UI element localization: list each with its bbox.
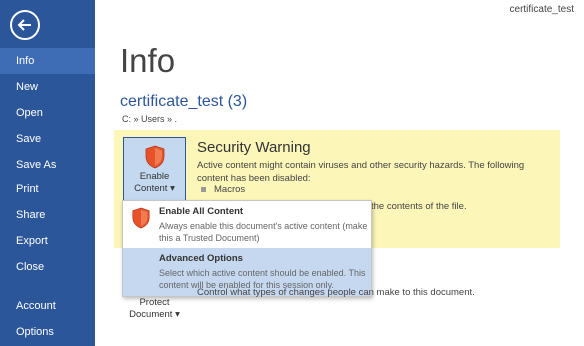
macros-label: Macros [214,184,246,195]
enable-all-content-desc: Always enable this document's active con… [159,221,368,243]
sidebar-item-share[interactable]: Share [0,202,95,228]
security-warning-text-2: the contents of the file. [371,201,467,212]
shield-icon [132,207,150,229]
sidebar-item-save[interactable]: Save [0,126,95,152]
bullet-icon [201,187,206,192]
enable-content-button[interactable]: Enable Content ▾ [123,137,186,202]
sidebar-item-export[interactable]: Export [0,228,95,254]
page-title: Info [120,42,176,79]
protect-document-label-1: Protect [139,297,170,308]
enable-content-label-1: Enable [139,171,170,182]
protect-document-label-2: Document ▾ [129,309,180,320]
protect-document-button[interactable]: Protect Document ▾ [123,292,186,327]
sidebar-item-print[interactable]: Print [0,176,95,202]
sidebar-item-info[interactable]: Info [0,48,95,74]
sidebar-item-save-as[interactable]: Save As [0,152,95,178]
security-warning-text: Active content might contain viruses and… [197,160,525,184]
security-warning-title: Security Warning [197,139,311,156]
sidebar-item-new[interactable]: New [0,74,95,100]
advanced-options-title: Advanced Options [159,253,243,264]
sidebar-item-account[interactable]: Account [0,293,95,319]
sidebar-item-close[interactable]: Close [0,254,95,280]
protect-document-text: Control what types of changes people can… [197,287,475,298]
enable-content-dropdown: Enable All Content Always enable this do… [122,200,372,297]
sidebar-item-open[interactable]: Open [0,100,95,126]
document-name: certificate_test (3) [120,93,248,110]
enable-all-content-title: Enable All Content [159,206,244,217]
enable-all-content-item[interactable]: Enable All Content Always enable this do… [123,201,371,248]
back-button[interactable] [10,10,40,40]
backstage-sidebar: Info New Open Save Save As Print Share E… [0,0,95,346]
document-path[interactable]: C: » Users » . [122,114,177,124]
sidebar-item-options[interactable]: Options [0,319,95,345]
back-arrow-icon [17,19,31,31]
macros-item: Macros [201,184,245,195]
enable-content-label-2: Content ▾ [134,183,175,194]
shield-icon [145,145,164,169]
window-doc-title: certificate_test [509,4,574,15]
